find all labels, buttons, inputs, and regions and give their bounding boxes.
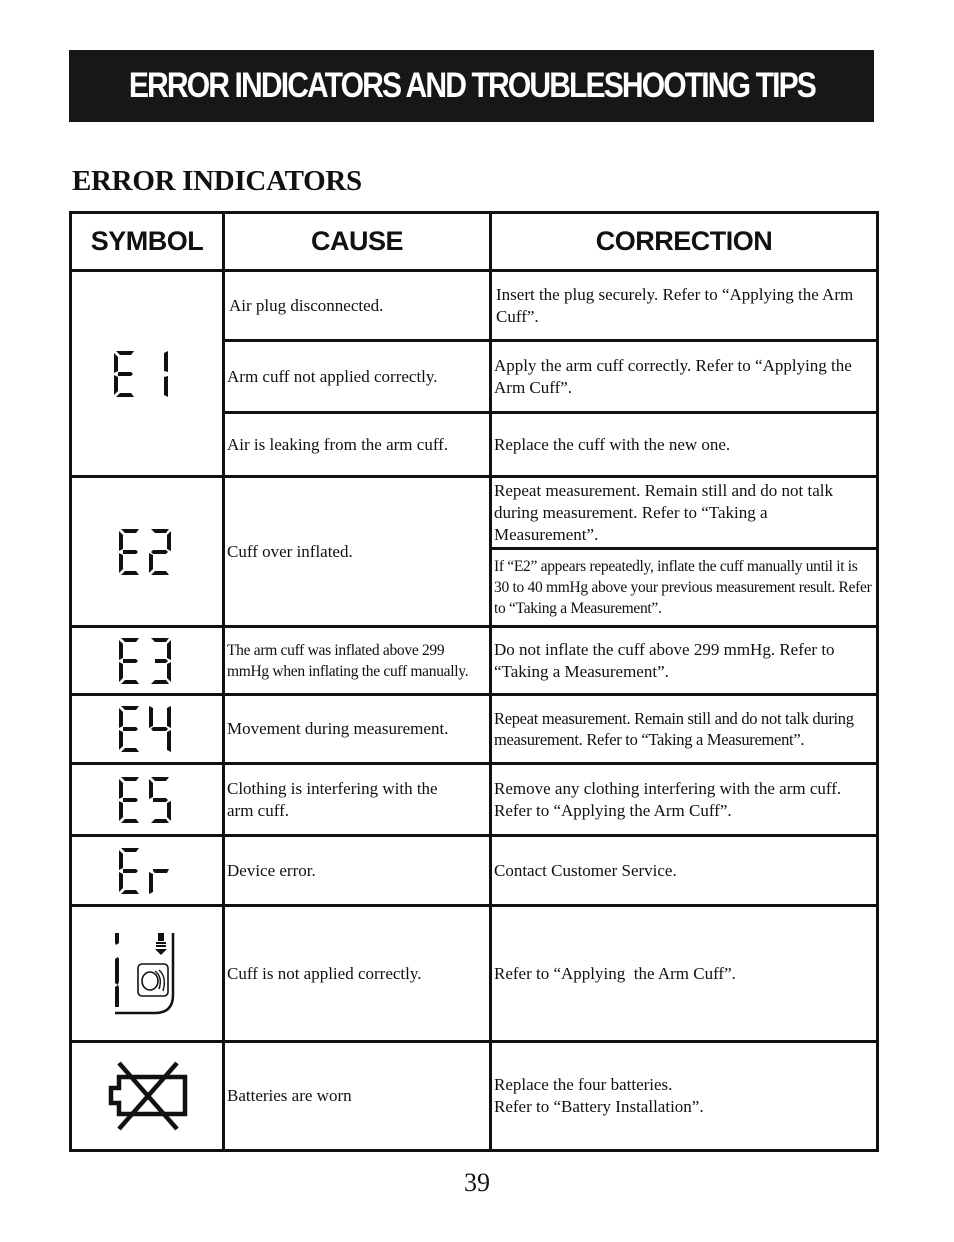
lcd-e1-glyph: [114, 350, 168, 397]
cause-cell: Device error.: [227, 860, 316, 880]
lcd-e4-icon: [72, 696, 222, 762]
lcd-er-icon: [72, 837, 222, 904]
correction-cell: Repeat measurement. Remain still and do …: [494, 709, 854, 749]
correction-cell: Repeat measurement. Remain still and do …: [494, 480, 833, 544]
correction-line: Replace the four batteries.: [494, 1075, 673, 1094]
cause-cell: Cuff over inflated.: [227, 541, 353, 561]
correction-cell: Refer to “Applying the Arm Cuff”.: [494, 963, 736, 983]
lcd-e5-icon: [72, 765, 222, 834]
correction-cell: Remove any clothing interfering with the…: [494, 778, 842, 820]
lcd-e3-glyph: [119, 637, 171, 684]
lcd-e1-icon: [72, 272, 222, 475]
column-divider: [222, 211, 225, 1152]
cause-cell: Air is leaking from the arm cuff.: [227, 434, 449, 454]
cause-cell: Movement during measurement.: [227, 719, 449, 738]
column-divider: [489, 211, 492, 1152]
header-cause: CAUSE: [310, 226, 404, 256]
cause-cell: Cuff is not applied correctly.: [227, 963, 422, 983]
cause-cell: Batteries are worn: [227, 1086, 352, 1105]
correction-cell: If “E2” appears repeatedly, inflate the …: [494, 558, 872, 617]
correction-cell: Do not inflate the cuff above 299 mmHg. …: [494, 639, 835, 681]
battery-crossed-icon: [72, 1043, 222, 1149]
correction-line: Refer to “Battery Installation”.: [494, 1097, 704, 1116]
lcd-e3-icon: [72, 628, 222, 693]
lcd-er-glyph: [119, 847, 169, 894]
header-symbol: SYMBOL: [90, 226, 204, 256]
cause-cell: The arm cuff was inflated above 299 mmHg…: [227, 641, 469, 680]
cause-cell: Air plug disconnected.: [229, 295, 384, 315]
error-indicators-table: SYMBOL CAUSE CORRECTION Air plug disconn…: [0, 0, 954, 1242]
cause-cell: Arm cuff not applied correctly.: [227, 366, 438, 386]
header-correction: CORRECTION: [595, 226, 773, 256]
correction-cell: Contact Customer Service.: [494, 860, 677, 880]
cause-cell: Clothing is interfering with the arm cuf…: [227, 778, 438, 820]
cuff-wrap-glyph: [115, 932, 175, 1014]
correction-cell: Apply the arm cuff correctly. Refer to “…: [494, 355, 852, 397]
battery-crossed-glyph: [108, 1061, 188, 1131]
table-border-right: [876, 211, 879, 1152]
lcd-e2-icon: [72, 478, 222, 625]
table-border-bottom: [69, 1149, 879, 1152]
lcd-e5-glyph: [119, 776, 171, 823]
page-number: 39: [464, 1168, 490, 1197]
lcd-e2-glyph: [119, 528, 171, 575]
correction-cell: Replace the cuff with the new one.: [494, 434, 731, 454]
correction-cell: Replace the four batteries. Refer to “Ba…: [494, 1043, 872, 1149]
lcd-e4-glyph: [119, 706, 171, 752]
correction-cell: Insert the plug securely. Refer to “Appl…: [496, 284, 854, 326]
cuff-wrap-indicator-icon: [72, 907, 222, 1040]
